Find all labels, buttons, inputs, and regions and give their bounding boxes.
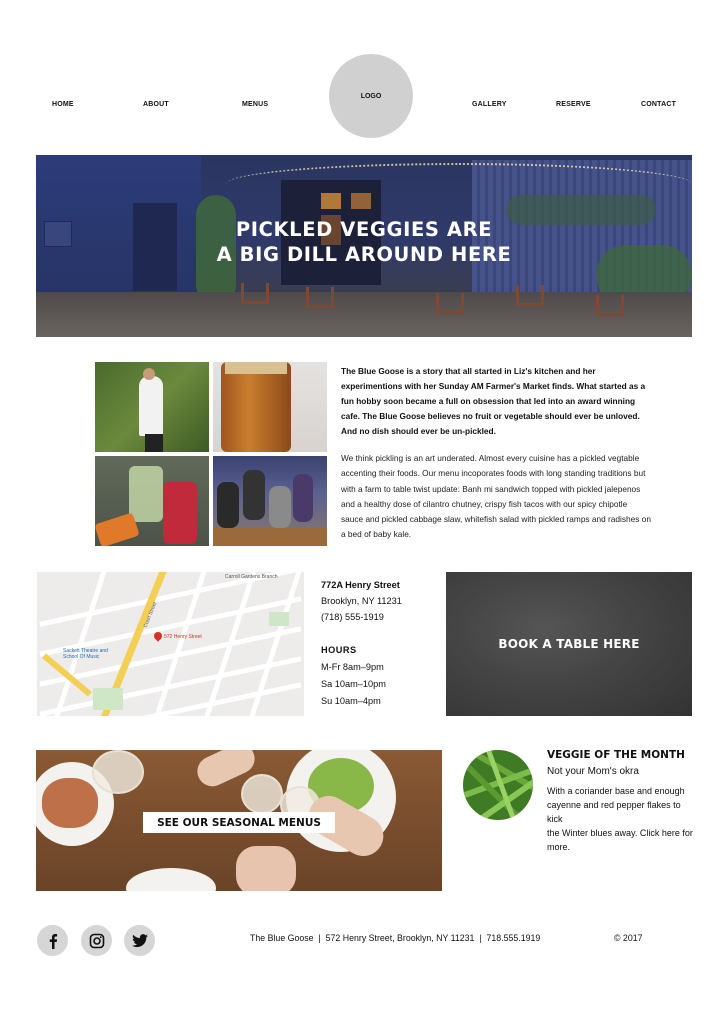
veggie-title: VEGGIE OF THE MONTH	[547, 749, 685, 761]
map-park	[93, 688, 123, 710]
hero-chair	[306, 287, 334, 308]
bench	[213, 528, 327, 546]
person-head	[143, 368, 155, 380]
veggie-subtitle: Not your Mom's okra	[547, 766, 639, 777]
hand	[236, 846, 296, 891]
person-shape	[139, 376, 163, 436]
facebook-icon[interactable]	[37, 925, 68, 956]
person-shape	[293, 474, 313, 522]
hero-chair	[436, 293, 464, 314]
photo-pickle-jar	[213, 362, 327, 452]
jar-label	[225, 362, 287, 374]
hero-title: PICKLED VEGGIES ARE A BIG DILL AROUND HE…	[36, 217, 692, 267]
address-city: Brooklyn, NY 11231	[321, 596, 402, 606]
book-table-label: BOOK A TABLE HERE	[498, 637, 640, 651]
food	[42, 778, 98, 828]
nav-contact[interactable]: CONTACT	[641, 101, 676, 108]
footer-info: The Blue Goose | 572 Henry Street, Brook…	[250, 933, 541, 943]
map-label: Sackett Theatre and School Of Music	[63, 648, 108, 660]
twitter-icon[interactable]	[124, 925, 155, 956]
map-street	[39, 572, 302, 627]
map-park	[269, 612, 289, 626]
photo-garden	[95, 362, 209, 452]
footer-copyright: © 2017	[614, 933, 643, 943]
hours-line: Su 10am–4pm	[321, 696, 381, 706]
veggie-desc-line: the Winter blues away. Click here for mo…	[547, 828, 693, 852]
hero-title-line1: PICKLED VEGGIES ARE	[235, 218, 493, 241]
about-body: We think pickling is an art underated. A…	[341, 453, 651, 540]
map-label: Carroll Gardens Branch	[225, 574, 278, 580]
hero-string-lights	[226, 163, 692, 205]
nav-reserve[interactable]: RESERVE	[556, 101, 591, 108]
instagram-icon[interactable]	[81, 925, 112, 956]
instagram-glyph	[89, 933, 104, 948]
photo-team	[213, 456, 327, 546]
hours-line: Sa 10am–10pm	[321, 679, 386, 689]
jar-shape	[129, 466, 163, 522]
logo[interactable]: LOGO	[329, 54, 413, 138]
shot-glass	[241, 774, 283, 814]
seasonal-menus-label: SEE OUR SEASONAL MENUS	[157, 816, 321, 829]
hero-patio	[36, 292, 692, 337]
okra-image[interactable]	[463, 750, 533, 820]
hero-chair	[596, 295, 624, 316]
veggie-description[interactable]: With a coriander base and enough cayenne…	[547, 784, 697, 854]
nav-home[interactable]: HOME	[52, 101, 74, 108]
hero-banner: PICKLED VEGGIES ARE A BIG DILL AROUND HE…	[36, 155, 692, 337]
hours-title: HOURS	[321, 645, 357, 655]
wine-glass	[92, 750, 144, 794]
nav-menus[interactable]: MENUS	[242, 101, 268, 108]
facebook-glyph	[49, 933, 57, 949]
nav-about[interactable]: ABOUT	[143, 101, 169, 108]
logo-text: LOGO	[360, 92, 382, 100]
veggie-desc-line: cayenne and red pepper flakes to kick	[547, 800, 681, 824]
plate	[126, 868, 216, 891]
nav-gallery[interactable]: GALLERY	[472, 101, 507, 108]
hero-chair	[516, 285, 544, 306]
carrots	[95, 512, 140, 546]
location-map[interactable]: Carroll Gardens Branch Court Street Sack…	[37, 572, 304, 716]
about-intro: The Blue Goose is a story that all start…	[341, 366, 646, 436]
jar-shape	[163, 482, 197, 544]
book-table-button[interactable]: BOOK A TABLE HERE	[446, 572, 692, 716]
jar-shape	[221, 362, 291, 452]
person-legs	[145, 434, 163, 452]
map-pin-label: 572 Henry Street	[164, 634, 202, 640]
twitter-glyph	[131, 933, 148, 947]
hero-chair	[241, 283, 269, 304]
person-shape	[217, 482, 239, 528]
hours-line: M-Fr 8am–9pm	[321, 662, 384, 672]
address-phone[interactable]: (718) 555-1919	[321, 612, 384, 622]
photo-pickles-table	[95, 456, 209, 546]
hero-title-line2: A BIG DILL AROUND HERE	[216, 243, 512, 266]
person-shape	[269, 486, 291, 528]
address-street: 772A Henry Street	[321, 580, 400, 590]
veggie-desc-line: With a coriander base and enough	[547, 786, 685, 796]
seasonal-menus-button[interactable]: SEE OUR SEASONAL MENUS	[143, 812, 335, 833]
person-shape	[243, 470, 265, 520]
